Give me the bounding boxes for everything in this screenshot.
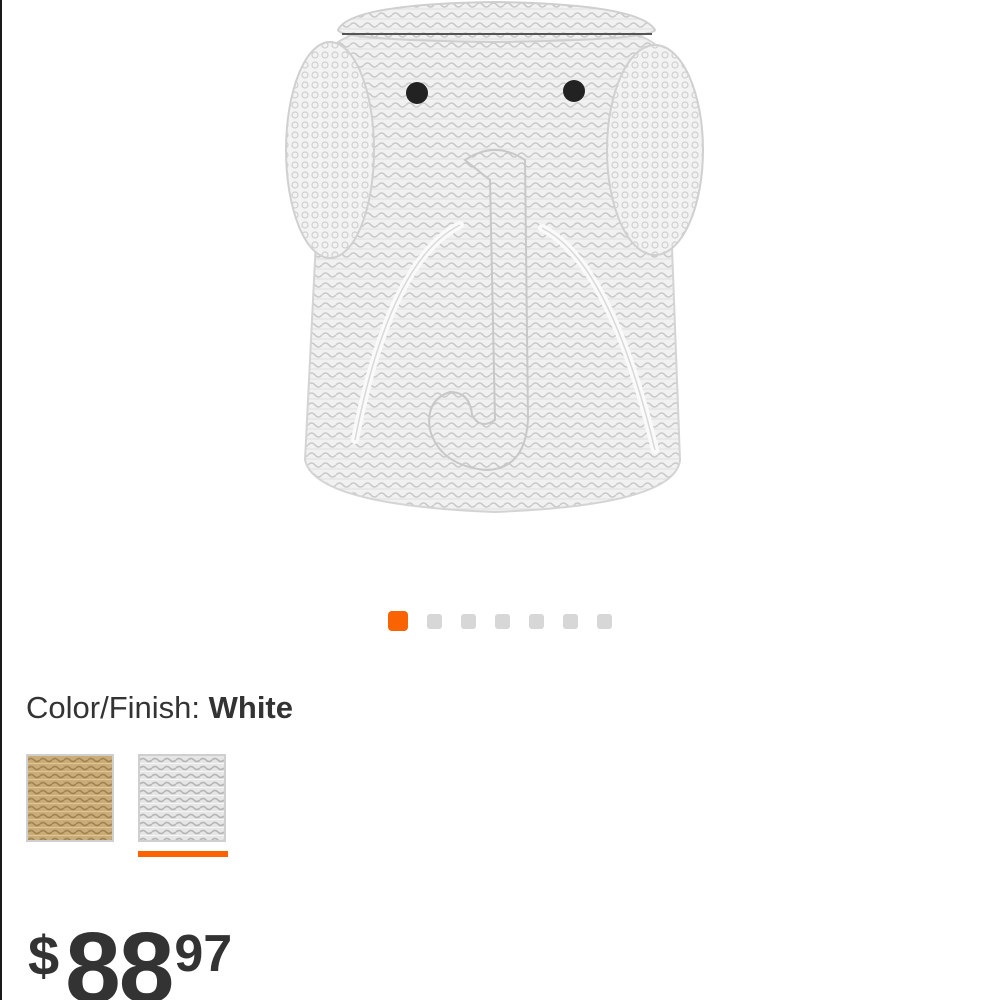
price: $ 88 97 [28,918,232,1000]
carousel-dot[interactable] [461,614,476,629]
color-finish-value: White [208,690,293,725]
carousel-dot[interactable] [427,614,442,629]
screen-edge [0,0,2,1000]
selected-swatch-indicator [138,851,228,857]
price-dollars: 88 [65,912,174,1000]
swatch-white[interactable] [138,754,226,842]
swatch-natural[interactable] [26,754,114,842]
product-image[interactable] [280,0,710,520]
color-finish-label: Color/Finish: White [26,690,293,726]
color-finish-title: Color/Finish: [26,690,200,725]
price-cents: 97 [174,925,233,983]
carousel-dot[interactable] [495,614,510,629]
price-currency: $ [28,924,60,987]
carousel-dot[interactable] [563,614,578,629]
carousel-dot[interactable] [529,614,544,629]
carousel-dot[interactable] [597,614,612,629]
product-page: Color/Finish: White $ 88 97 [0,0,1000,1000]
carousel-dot[interactable] [388,611,408,631]
image-carousel-dots [0,611,1000,631]
